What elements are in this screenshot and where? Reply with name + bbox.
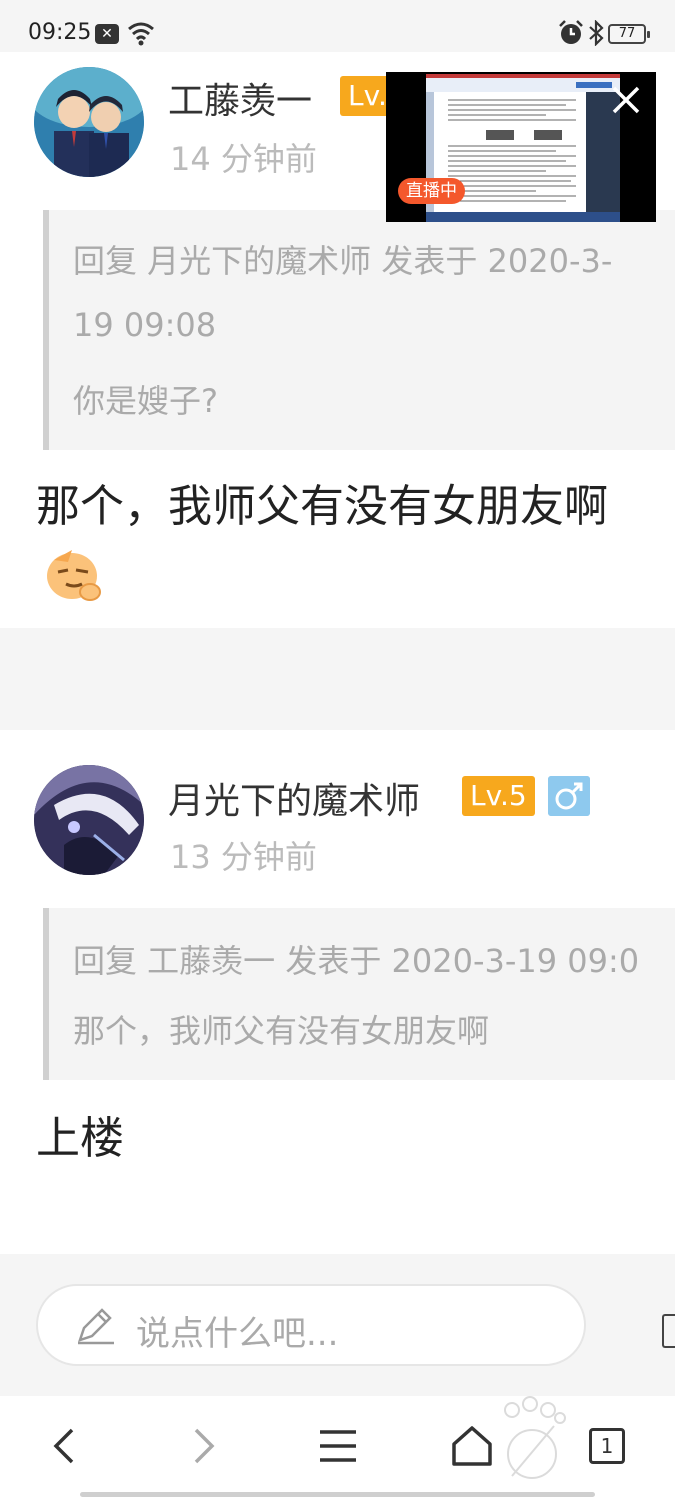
level-badge: Lv.5 [462,776,535,816]
avatar[interactable] [34,765,144,875]
quote-header: 回复 月光下的魔术师 发表于 2020-3- [73,242,613,280]
quote-text: 那个，我师父有没有女朋友啊 [73,1012,490,1050]
close-icon[interactable] [606,80,646,120]
comment-placeholder: 说点什么吧... [136,1314,339,1354]
home-icon[interactable] [448,1422,496,1470]
quote-block: 回复 月光下的魔术师 发表于 2020-3- 19 09:08 你是嫂子? [43,210,675,450]
post-time: 13 分钟前 [170,838,317,876]
avatar[interactable] [34,67,144,177]
pencil-icon [78,1308,114,1345]
live-badge: 直播中 [398,178,465,204]
forward-arrow-icon[interactable] [178,1422,226,1470]
comment-input[interactable]: 说点什么吧... [36,1284,586,1366]
gesture-bar [80,1492,595,1497]
bluetooth-icon [589,20,604,46]
tab-count-button[interactable]: 1 [589,1428,625,1464]
post-content: 上楼 [36,1113,124,1164]
quote-text: 你是嫂子? [73,382,218,420]
quote-header: 回复 工藤羡一 发表于 2020-3-19 09:0 [73,942,640,980]
browser-nav-bar: 1 [0,1396,675,1500]
username[interactable]: 月光下的魔术师 [168,772,420,824]
status-bar: 09:25 ✕ 77 [0,0,675,52]
paw-watermark-icon [504,1396,566,1479]
quote-block: 回复 工藤羡一 发表于 2020-3-19 09:0 那个，我师父有没有女朋友啊 [43,908,675,1080]
post-card: 月光下的魔术师 Lv.5 13 分钟前 回复 工藤羡一 发表于 2020-3-1… [0,730,675,1254]
username[interactable]: 工藤羡一 [168,72,312,124]
male-icon [548,776,590,816]
x-box-icon: ✕ [95,24,119,44]
live-stream-overlay[interactable]: 直播中 [386,72,656,222]
comment-bar: 说点什么吧... [0,1256,675,1394]
status-time: 09:25 [28,20,92,45]
back-arrow-icon[interactable] [42,1422,90,1470]
wifi-icon [128,22,154,46]
post-time: 14 分钟前 [170,140,317,178]
quote-header-cont: 19 09:08 [73,306,217,344]
sly-face-emoji-icon [47,550,101,601]
post-content: 那个，我师父有没有女朋友啊 [36,481,608,532]
alarm-icon [559,20,583,44]
share-icon[interactable] [662,1314,675,1348]
menu-icon[interactable] [314,1422,362,1470]
battery-indicator: 77 [608,24,650,44]
